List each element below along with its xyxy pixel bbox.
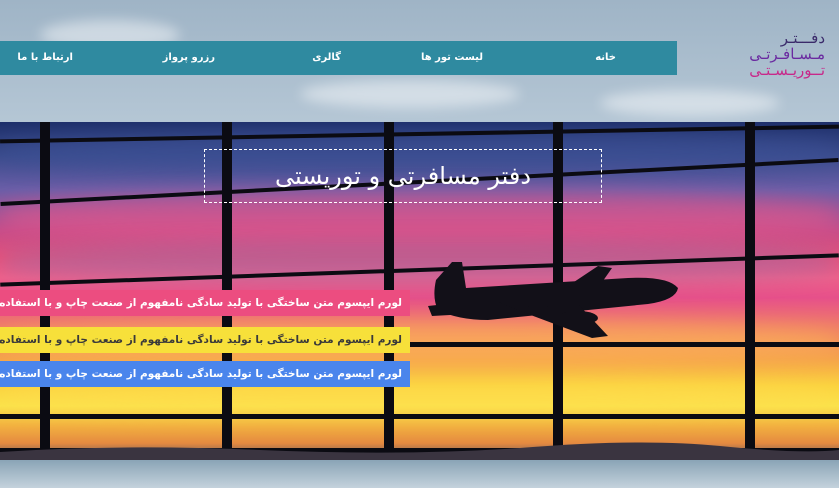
logo-line-1: دفـــتـر bbox=[780, 29, 825, 47]
main-nav: خانه لیست تور ها گالری رزرو پرواز ارتباط… bbox=[0, 41, 677, 75]
promo-strip-text: لورم ایپسوم متن ساختگی با تولید سادگی نا… bbox=[0, 334, 402, 346]
promo-strip-pink: لورم ایپسوم متن ساختگی با تولید سادگی نا… bbox=[0, 290, 410, 316]
promo-strip-blue: لورم ایپسوم متن ساختگی با تولید سادگی نا… bbox=[0, 361, 410, 387]
horizon-hills bbox=[0, 442, 839, 460]
logo-line-2: مـسـافـرتـی bbox=[749, 45, 825, 63]
hero-title: دفتر مسافرتی و توریستی bbox=[274, 162, 532, 190]
site-logo[interactable]: دفـــتـر مـسـافـرتـی تــوریـسـتـی bbox=[745, 30, 825, 78]
nav-item-tours[interactable]: لیست تور ها bbox=[421, 52, 483, 63]
hero-title-box: دفتر مسافرتی و توریستی bbox=[204, 149, 602, 203]
header-cloud bbox=[300, 80, 520, 108]
nav-item-gallery[interactable]: گالری bbox=[312, 52, 341, 63]
logo-line-3: تــوریـسـتـی bbox=[749, 61, 825, 79]
promo-strip-yellow: لورم ایپسوم متن ساختگی با تولید سادگی نا… bbox=[0, 327, 410, 353]
hero-banner: دفتر مسافرتی و توریستی لورم ایپسوم متن س… bbox=[0, 122, 839, 460]
nav-item-flight-booking[interactable]: رزرو پرواز bbox=[163, 52, 215, 63]
page-footer-sky bbox=[0, 460, 839, 488]
airplane-icon bbox=[428, 262, 678, 338]
nav-item-home[interactable]: خانه bbox=[595, 52, 616, 63]
header-cloud bbox=[600, 90, 780, 116]
window-frame-bar bbox=[0, 414, 839, 419]
promo-strip-text: لورم ایپسوم متن ساختگی با تولید سادگی نا… bbox=[0, 368, 402, 380]
hero-cloud bbox=[0, 242, 839, 282]
nav-item-contact[interactable]: ارتباط با ما bbox=[17, 52, 73, 63]
promo-strip-text: لورم ایپسوم متن ساختگی با تولید سادگی نا… bbox=[0, 297, 402, 309]
window-frame-post bbox=[745, 122, 755, 460]
